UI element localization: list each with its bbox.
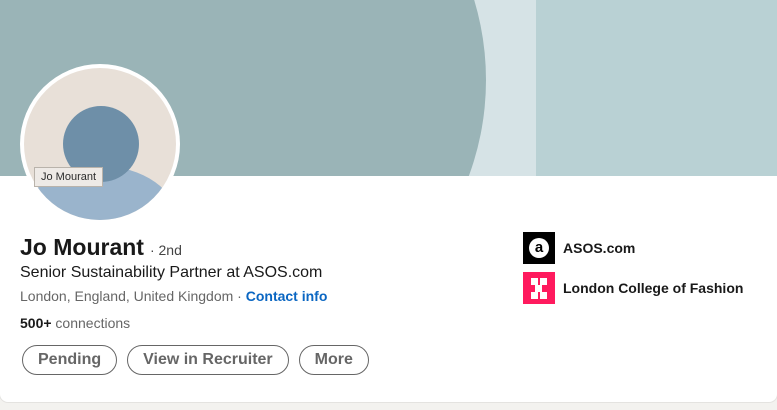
banner-panel	[536, 0, 777, 176]
avatar-tooltip: Jo Mourant	[34, 167, 104, 187]
org-name: ASOS.com	[563, 240, 636, 256]
asos-logo-icon: a	[523, 232, 555, 264]
avatar[interactable]	[20, 64, 180, 224]
organizations-list: a ASOS.com London College of Fashion	[523, 232, 743, 312]
profile-actions: Pending View in Recruiter More	[22, 345, 369, 375]
location-separator: ·	[233, 288, 246, 304]
avatar-placeholder-icon	[24, 68, 176, 220]
view-in-recruiter-button[interactable]: View in Recruiter	[127, 345, 289, 375]
org-item-asos[interactable]: a ASOS.com	[523, 232, 743, 264]
connections-label: connections	[51, 315, 131, 331]
name-row: Jo Mourant · 2nd	[20, 234, 182, 261]
lcf-logo-icon	[523, 272, 555, 304]
location-row: London, England, United Kingdom · Contac…	[20, 288, 327, 304]
connections-count[interactable]: 500+ connections	[20, 315, 130, 331]
profile-headline: Senior Sustainability Partner at ASOS.co…	[20, 264, 323, 281]
pending-button[interactable]: Pending	[22, 345, 118, 375]
org-item-london-college-of-fashion[interactable]: London College of Fashion	[523, 272, 743, 304]
connection-degree: · 2nd	[149, 242, 182, 258]
profile-location: London, England, United Kingdom	[20, 288, 234, 304]
org-name: London College of Fashion	[563, 280, 744, 296]
profile-card: Jo Mourant Jo Mourant · 2nd Senior Susta…	[0, 0, 777, 402]
more-button[interactable]: More	[298, 345, 369, 375]
contact-info-link[interactable]: Contact info	[246, 288, 328, 304]
connections-number: 500+	[20, 315, 52, 331]
profile-name: Jo Mourant	[20, 234, 144, 260]
